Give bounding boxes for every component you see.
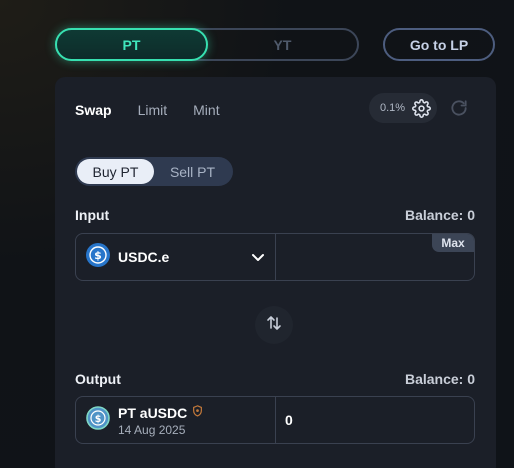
action-tabs: Swap Limit Mint: [75, 102, 220, 118]
sell-pt-tab[interactable]: Sell PT: [154, 159, 231, 184]
swap-arrows-icon: [264, 313, 284, 338]
max-button[interactable]: Max: [432, 234, 474, 252]
slippage-settings-button[interactable]: 0.1%: [369, 93, 437, 123]
chevron-down-icon: [251, 250, 265, 269]
input-field-group: $ USDC.e Max: [75, 233, 475, 281]
swap-card: Swap Limit Mint 0.1% Buy PT Sell PT Inpu…: [55, 77, 496, 468]
tab-limit[interactable]: Limit: [138, 102, 168, 118]
input-token-name: USDC.e: [118, 249, 170, 265]
go-to-lp-button[interactable]: Go to LP: [383, 28, 495, 61]
output-balance: Balance: 0: [404, 371, 475, 387]
yt-tab[interactable]: YT: [208, 30, 357, 59]
input-balance: Balance: 0: [404, 207, 475, 223]
pt-ausdc-icon: $: [86, 405, 110, 435]
tab-mint[interactable]: Mint: [193, 102, 219, 118]
refresh-icon[interactable]: [449, 98, 469, 118]
svg-text:$: $: [94, 249, 102, 262]
swap-direction-button[interactable]: [255, 306, 293, 344]
output-label: Output: [75, 371, 121, 387]
buy-pt-tab[interactable]: Buy PT: [77, 159, 154, 184]
output-field-group: $ PT aUSDC 14 Aug 2025 0: [75, 396, 475, 444]
pt-tab[interactable]: PT: [55, 28, 208, 61]
buy-sell-toggle: Buy PT Sell PT: [75, 157, 233, 186]
svg-text:$: $: [95, 413, 102, 424]
output-amount-field: 0: [276, 397, 474, 443]
input-token-selector[interactable]: $ USDC.e: [76, 234, 276, 280]
output-amount-value: 0: [285, 412, 293, 428]
gear-icon: [411, 98, 431, 118]
input-amount-field[interactable]: Max: [276, 234, 474, 280]
tab-swap[interactable]: Swap: [75, 102, 112, 118]
input-label: Input: [75, 207, 110, 223]
shield-icon: [192, 404, 203, 422]
maturity-date: 14 Aug 2025: [118, 422, 186, 437]
slippage-value: 0.1%: [380, 102, 406, 114]
usdc-icon: $: [86, 242, 110, 272]
output-token-selector[interactable]: $ PT aUSDC 14 Aug 2025: [76, 397, 276, 443]
pt-yt-toggle: PT YT: [55, 28, 359, 61]
output-token-name: PT aUSDC: [118, 404, 188, 421]
